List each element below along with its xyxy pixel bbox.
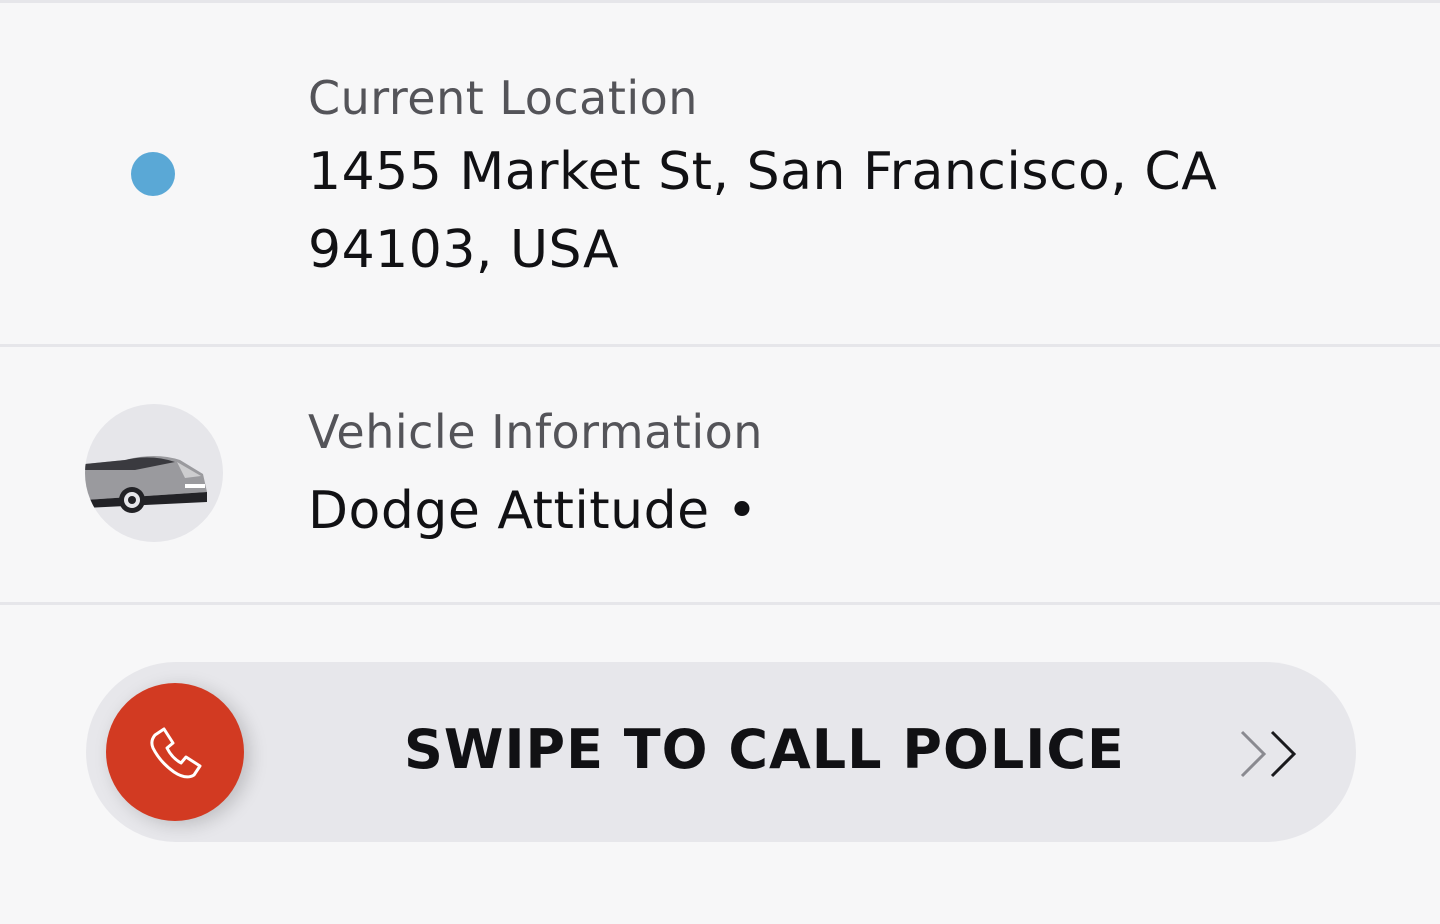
current-location-address: 1455 Market St, San Francisco, CA 94103,…	[308, 133, 1308, 289]
row-divider-2	[0, 602, 1440, 605]
location-dot-icon	[131, 152, 175, 196]
phone-icon	[150, 727, 202, 779]
car-icon	[85, 404, 223, 542]
vehicle-info-label: Vehicle Information	[308, 405, 763, 459]
swipe-to-call-label: SWIPE TO CALL POLICE	[404, 718, 1125, 781]
call-police-knob[interactable]	[106, 683, 244, 821]
current-location-row: Current Location 1455 Market St, San Fra…	[0, 3, 1440, 345]
current-location-label: Current Location	[308, 71, 698, 125]
double-chevron-right-icon	[1240, 730, 1297, 778]
address-line-2: 94103, USA	[308, 220, 620, 280]
emergency-screen: Current Location 1455 Market St, San Fra…	[0, 0, 1440, 924]
vehicle-info-row: Vehicle Information Dodge Attitude •	[0, 347, 1440, 603]
address-line-1: 1455 Market St, San Francisco, CA	[308, 142, 1218, 202]
vehicle-info-value: Dodge Attitude •	[308, 481, 758, 541]
